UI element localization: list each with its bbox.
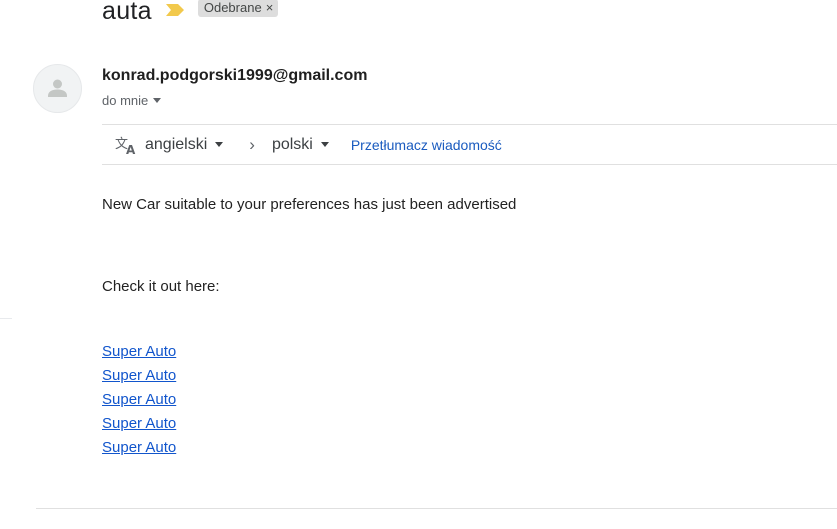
svg-text:A: A: [126, 143, 136, 156]
divider: [0, 318, 12, 319]
remove-label-icon[interactable]: ×: [266, 0, 274, 15]
super-auto-link-4[interactable]: Super Auto: [102, 412, 176, 436]
target-language-select[interactable]: polski: [272, 136, 329, 154]
importance-marker-icon[interactable]: [165, 3, 184, 16]
super-auto-link-1[interactable]: Super Auto: [102, 340, 176, 364]
email-subject: auta: [102, 0, 152, 25]
label-chip-inbox: Odebrane ×: [197, 0, 279, 17]
body-line-1: New Car suitable to your preferences has…: [102, 196, 517, 213]
chevron-down-icon: [215, 142, 224, 147]
translate-message-link[interactable]: Przetłumacz wiadomość: [351, 137, 502, 153]
divider: [36, 508, 837, 509]
default-avatar-icon: [33, 64, 82, 113]
recipient-details[interactable]: do mnie: [102, 93, 162, 108]
super-auto-link-2[interactable]: Super Auto: [102, 364, 176, 388]
chevron-right-icon: ›: [249, 134, 255, 154]
sender-email: konrad.podgorski1999@gmail.com: [102, 67, 368, 84]
label-chip-text: Odebrane: [203, 0, 262, 15]
super-auto-link-3[interactable]: Super Auto: [102, 388, 176, 412]
translate-bar: 文 A angielski › polski Przetłumacz wiado…: [102, 124, 837, 165]
email-view: auta Odebrane × konrad.podgorski1999@gma…: [0, 0, 837, 529]
target-language-label: polski: [271, 135, 313, 153]
body-line-2: Check it out here:: [102, 278, 220, 295]
recipient-label: do mnie: [102, 93, 149, 108]
super-auto-link-5[interactable]: Super Auto: [102, 436, 176, 460]
link-list: Super Auto Super Auto Super Auto Super A…: [102, 340, 176, 460]
source-language-select[interactable]: angielski: [145, 135, 224, 154]
chevron-down-icon[interactable]: [153, 98, 162, 103]
translate-icon: 文 A: [115, 134, 139, 157]
source-language-label: angielski: [145, 135, 208, 153]
subject-row: auta Odebrane ×: [102, 0, 279, 28]
chevron-down-icon: [320, 142, 329, 147]
